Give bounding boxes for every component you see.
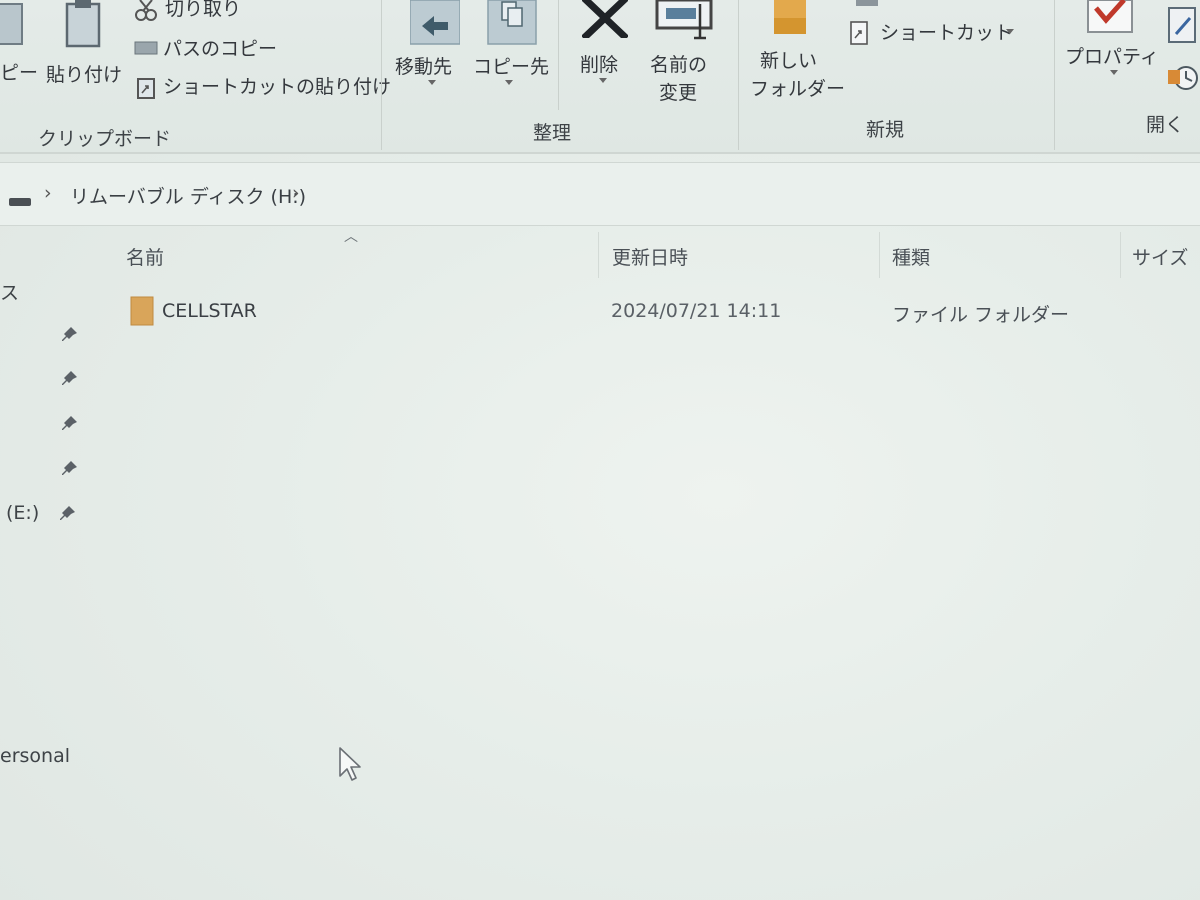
delete-button[interactable]: 削除 (580, 50, 618, 77)
shortcut-icon (850, 21, 868, 45)
drive-icon (9, 198, 31, 206)
ribbon-separator (1054, 0, 1055, 150)
column-header-modified[interactable]: 更新日時 (612, 243, 688, 270)
pin-icon (62, 461, 77, 475)
new-folder-button-line2[interactable]: フォルダー (750, 74, 845, 101)
chevron-down-icon[interactable] (1110, 70, 1118, 75)
cut-button[interactable]: 切り取り (165, 0, 241, 21)
move-to-icon (410, 0, 460, 45)
copy-to-icon (487, 0, 537, 45)
breadcrumb[interactable]: リムーバブル ディスク (H:) (70, 182, 306, 209)
rename-button-line1[interactable]: 名前の (650, 50, 707, 77)
mouse-cursor-icon (339, 747, 361, 781)
chevron-right-icon[interactable]: › (44, 182, 52, 204)
copy-path-button[interactable]: パスのコピー (163, 34, 277, 61)
copy-icon[interactable] (0, 0, 26, 48)
paste-shortcut-icon (137, 78, 155, 99)
rename-icon (655, 0, 713, 40)
shortcut-button[interactable]: ショートカット (880, 18, 1013, 45)
nav-item-partial[interactable]: ス (0, 278, 19, 305)
properties-button[interactable]: プロパティ (1065, 42, 1159, 69)
ribbon-divider (0, 152, 1200, 154)
column-divider[interactable] (1120, 232, 1121, 278)
chevron-down-icon[interactable] (599, 78, 607, 83)
open-group-label: 開く (1146, 114, 1185, 136)
chevron-down-icon[interactable] (1006, 29, 1014, 34)
new-folder-button-line1[interactable]: 新しい (760, 46, 817, 73)
chevron-down-icon[interactable] (505, 80, 513, 85)
file-modified: 2024/07/21 14:11 (611, 300, 782, 322)
sort-ascending-icon: ︿ (344, 229, 358, 245)
paste-button[interactable]: 貼り付け (46, 60, 122, 87)
copy-path-icon (134, 41, 158, 55)
column-header-size[interactable]: サイズ (1132, 243, 1188, 270)
edit-icon[interactable] (1166, 6, 1200, 46)
clipboard-group-label: クリップボード (38, 128, 172, 150)
new-folder-icon (774, 0, 806, 34)
pin-icon (62, 416, 77, 430)
rename-button-line2[interactable]: 変更 (659, 78, 697, 105)
column-divider[interactable] (879, 232, 880, 278)
ribbon-separator (381, 0, 382, 150)
file-name[interactable]: CELLSTAR (162, 300, 257, 322)
ribbon-separator (738, 0, 739, 150)
delete-icon (582, 0, 628, 38)
paste-icon[interactable] (64, 0, 102, 50)
scissors-icon (135, 0, 157, 21)
pin-icon (62, 371, 77, 385)
new-item-icon (856, 0, 878, 6)
nav-item-drive-e[interactable]: (E:) (6, 502, 39, 524)
pin-icon (60, 506, 75, 520)
pin-icon (62, 327, 77, 341)
new-group-label: 新規 (866, 119, 905, 141)
file-type: ファイル フォルダー (892, 304, 1070, 326)
ribbon-separator (558, 0, 559, 110)
move-to-button[interactable]: 移動先 (395, 52, 452, 79)
organize-group-label: 整理 (533, 122, 572, 144)
nav-item-personal[interactable]: ersonal (0, 745, 70, 767)
chevron-down-icon[interactable] (428, 80, 436, 85)
column-header-type[interactable]: 種類 (892, 243, 930, 270)
column-header-name[interactable]: 名前 (126, 243, 164, 270)
properties-icon (1087, 0, 1133, 33)
column-divider[interactable] (598, 232, 599, 278)
copy-to-button[interactable]: コピー先 (473, 52, 549, 79)
folder-icon (130, 296, 154, 326)
copy-button-label[interactable]: ピー (0, 58, 38, 85)
history-icon[interactable] (1166, 62, 1200, 92)
chevron-right-icon[interactable]: › (292, 182, 300, 204)
paste-shortcut-button[interactable]: ショートカットの貼り付け (163, 72, 391, 99)
